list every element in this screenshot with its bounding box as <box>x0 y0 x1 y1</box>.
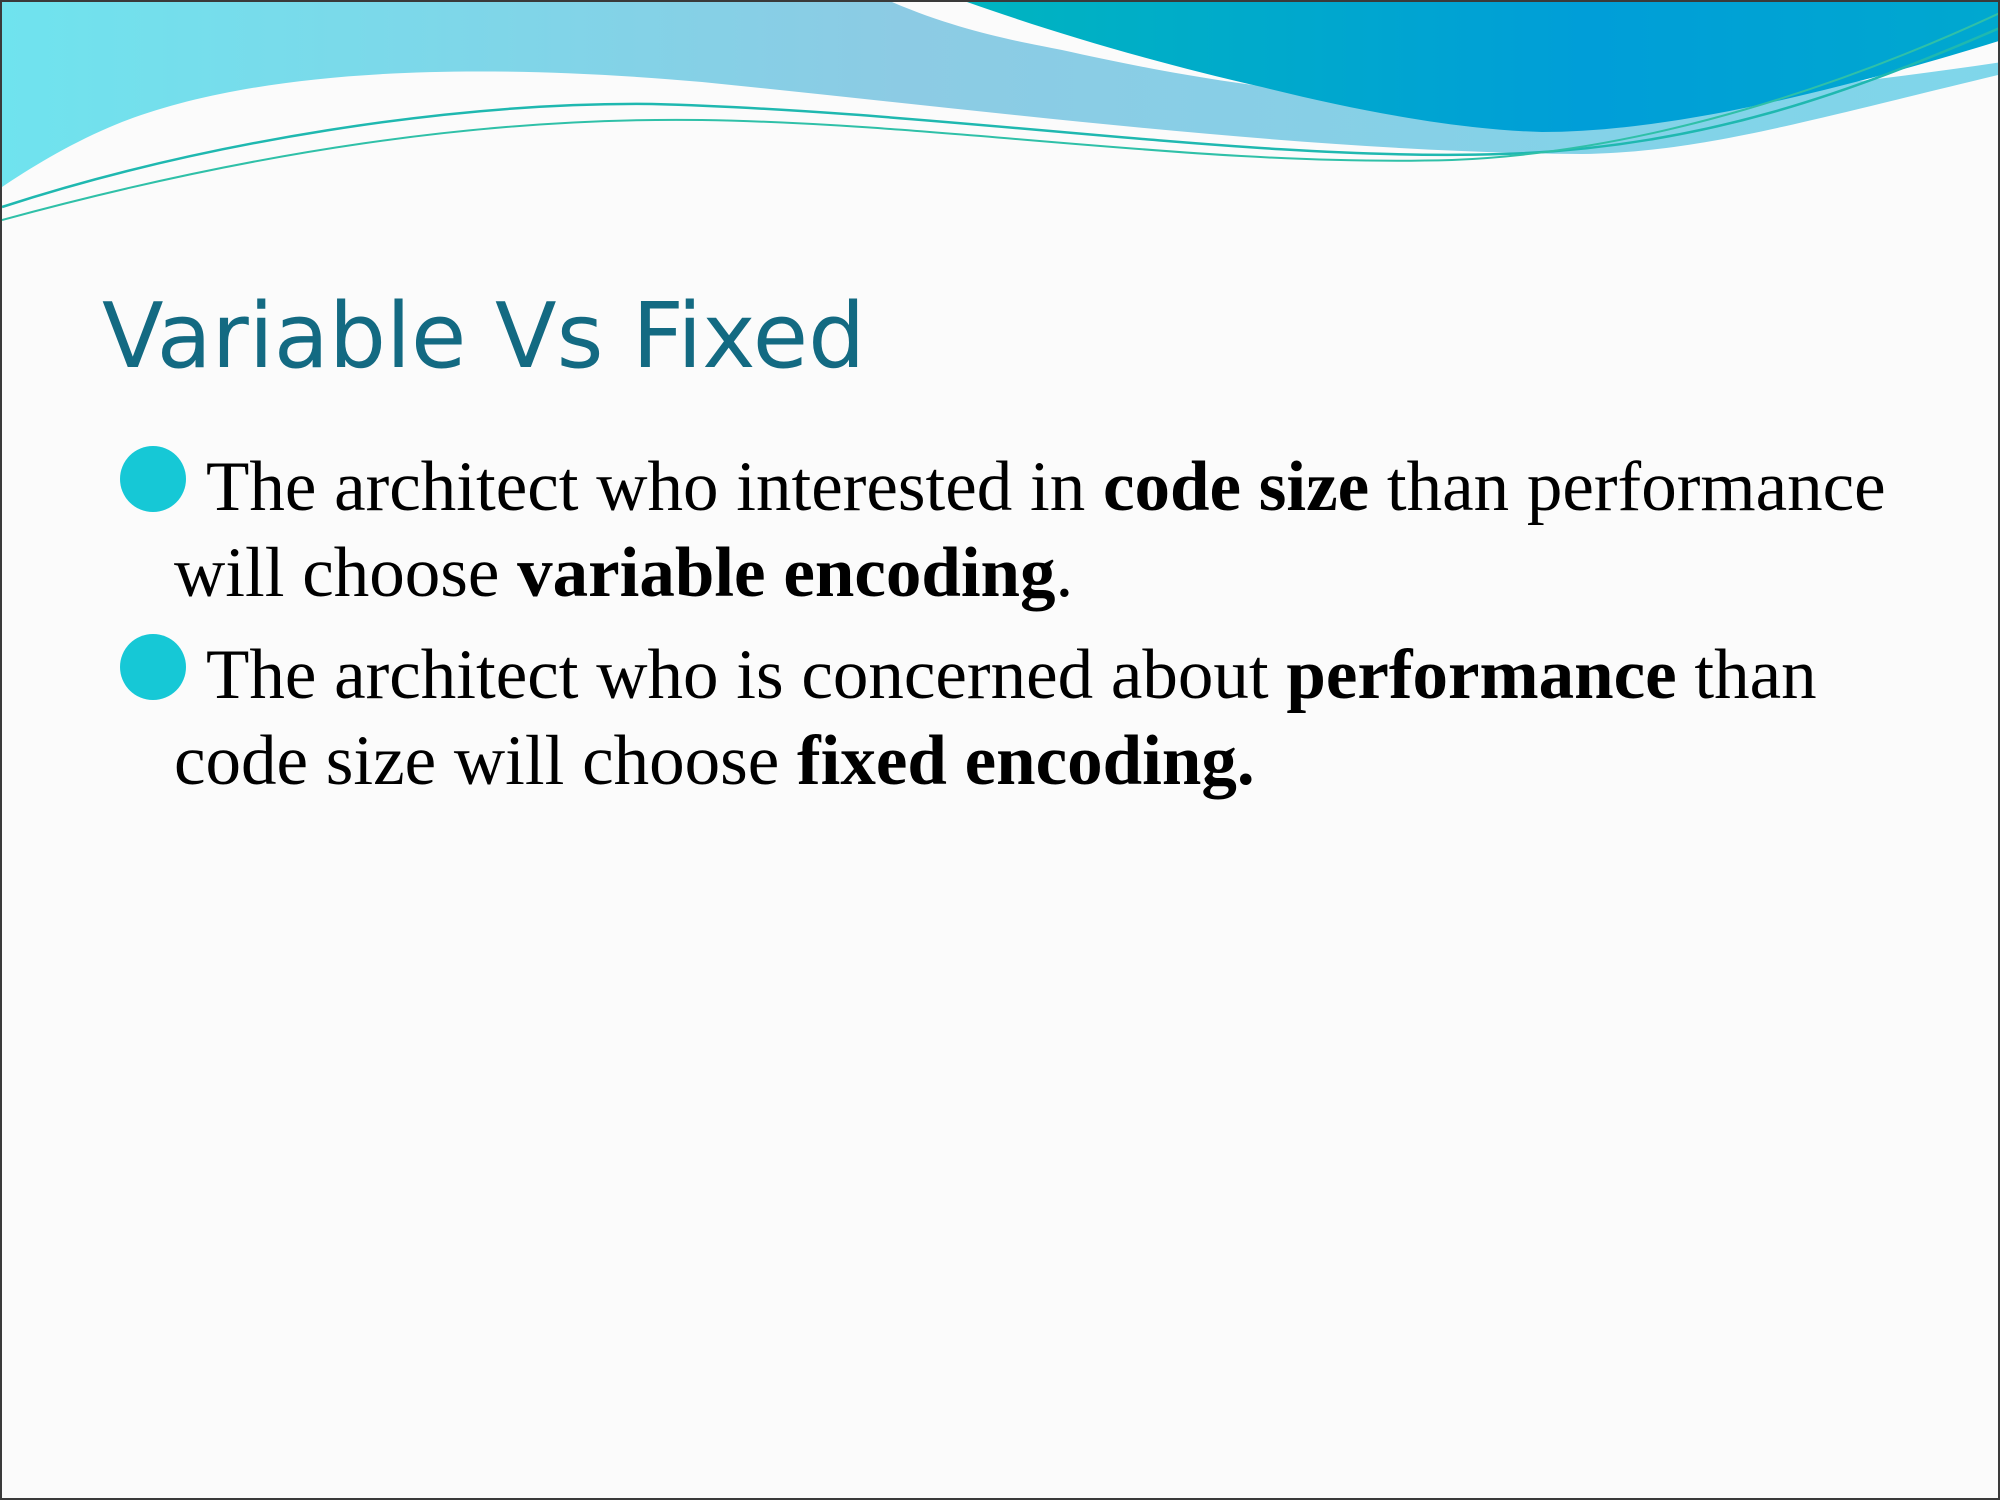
bullet-item: The architect who is concerned about per… <box>120 632 1920 804</box>
bullet-dot-icon <box>120 634 186 700</box>
bullet-text-bold: fixed encoding. <box>797 722 1255 800</box>
bullet-item: The architect who interested in code siz… <box>120 444 1920 616</box>
bullet-text-bold: variable encoding <box>517 534 1056 612</box>
bullet-text-bold: performance <box>1286 636 1677 714</box>
slide-title: Variable Vs Fixed <box>102 284 866 389</box>
bullet-text: The architect who interested in code siz… <box>174 444 1920 616</box>
bullet-list: The architect who interested in code siz… <box>120 444 1920 820</box>
header-wave-decoration <box>2 2 1998 221</box>
bullet-text-bold: code size <box>1103 448 1370 526</box>
slide: Variable Vs Fixed The architect who inte… <box>0 0 2000 1500</box>
bullet-text-part: The architect who interested in <box>206 448 1103 526</box>
bullet-text-part: The architect who is concerned about <box>206 636 1287 714</box>
bullet-text-part: . <box>1055 534 1074 612</box>
bullet-text: The architect who is concerned about per… <box>174 632 1920 804</box>
bullet-dot-icon <box>120 446 186 512</box>
